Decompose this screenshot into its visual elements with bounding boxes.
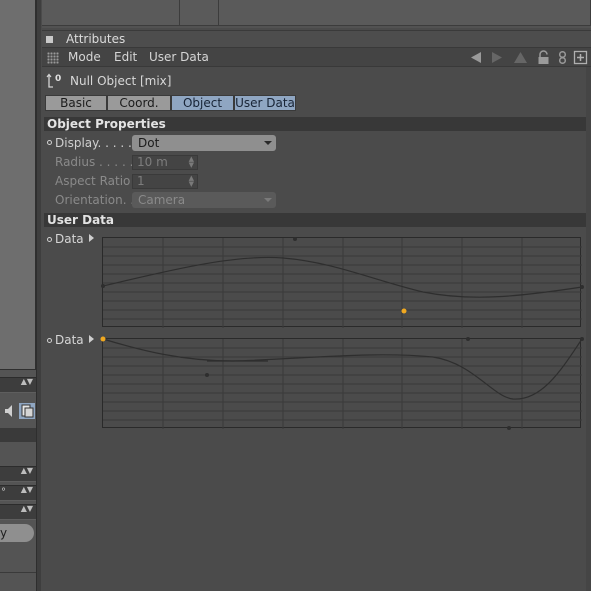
- orientation-value: Camera: [138, 193, 186, 207]
- spline-point[interactable]: [101, 284, 105, 288]
- left-viewport: [0, 0, 36, 370]
- link-icon[interactable]: [555, 50, 570, 65]
- spline-point-selected[interactable]: [401, 308, 407, 314]
- spinner-icon[interactable]: ▲▼: [21, 486, 33, 494]
- section-object-properties[interactable]: Object Properties: [44, 117, 586, 131]
- tab-basic[interactable]: Basic: [45, 95, 107, 111]
- document-icon[interactable]: [19, 403, 35, 419]
- display-value: Dot: [138, 136, 160, 150]
- left-icon-bar: [0, 401, 38, 421]
- aspect-ratio-value: 1: [137, 174, 145, 188]
- tangent-handle[interactable]: [466, 337, 470, 341]
- orientation-label: Orientation. .: [55, 193, 135, 207]
- tab-user-data[interactable]: User Data: [234, 95, 296, 111]
- lock-icon[interactable]: [536, 50, 551, 65]
- spline-point[interactable]: [580, 337, 584, 341]
- chevron-down-icon: [264, 198, 272, 202]
- expand-arrow-icon[interactable]: [89, 335, 94, 343]
- tab-coord[interactable]: Coord.: [107, 95, 171, 111]
- left-field-2[interactable]: ▲▼: [0, 466, 36, 482]
- object-name: Null Object [mix]: [70, 74, 172, 88]
- top-panel-strip: [42, 0, 591, 28]
- animate-toggle-icon[interactable]: [47, 338, 52, 343]
- left-apply-button[interactable]: y: [0, 524, 34, 542]
- top-cell: [180, 0, 219, 26]
- left-dark-bar: [0, 428, 38, 442]
- left-field-4[interactable]: ▲▼: [0, 504, 36, 520]
- data-2-label: Data: [55, 333, 84, 347]
- left-field-3[interactable]: ° ▲▼: [0, 485, 36, 501]
- attributes-menu-bar: Mode Edit User Data: [42, 47, 591, 67]
- spinner-icon[interactable]: ▲▼: [21, 505, 33, 513]
- arrow-left-icon[interactable]: [469, 50, 484, 65]
- tangent-handle[interactable]: [293, 237, 297, 241]
- display-label: Display. . . . .: [55, 136, 132, 150]
- right-edge: [586, 67, 591, 591]
- spline-graph-1[interactable]: [101, 237, 584, 328]
- attributes-title: Attributes: [66, 32, 126, 46]
- spinner-icon[interactable]: ▲▼: [21, 467, 33, 475]
- arrow-right-icon[interactable]: [489, 50, 504, 65]
- spinner-icon[interactable]: ▲▼: [21, 378, 33, 386]
- panel-divider[interactable]: [36, 0, 41, 591]
- top-cell: [42, 0, 180, 26]
- top-cell: [219, 0, 591, 26]
- grip-icon[interactable]: [47, 52, 59, 64]
- divider: [0, 572, 38, 573]
- animate-toggle-icon[interactable]: [47, 140, 52, 145]
- speaker-icon[interactable]: [2, 403, 18, 419]
- orientation-dropdown[interactable]: Camera: [132, 192, 276, 208]
- menu-edit[interactable]: Edit: [114, 48, 137, 67]
- left-field-1[interactable]: ▲▼: [0, 377, 36, 393]
- arrow-up-icon[interactable]: [513, 50, 528, 65]
- animate-toggle-icon[interactable]: [47, 237, 52, 242]
- menu-user-data[interactable]: User Data: [149, 48, 209, 67]
- null-object-icon: 0: [46, 72, 64, 90]
- expand-arrow-icon[interactable]: [89, 234, 94, 242]
- aspect-ratio-field[interactable]: 1 ▲ ▼: [132, 174, 198, 189]
- tab-object[interactable]: Object: [171, 95, 234, 111]
- grid: [103, 238, 582, 328]
- display-dropdown[interactable]: Dot: [132, 135, 276, 151]
- spinner-icon[interactable]: ▲▼: [189, 156, 194, 169]
- aspect-ratio-label: Aspect Ratio: [55, 174, 131, 188]
- radius-value: 10 m: [137, 155, 168, 169]
- menu-mode[interactable]: Mode: [68, 48, 101, 67]
- tangent-handle[interactable]: [507, 426, 511, 430]
- svg-text:0: 0: [55, 74, 61, 84]
- grid: [103, 339, 582, 429]
- data-1-label: Data: [55, 232, 84, 246]
- tangent-handle[interactable]: [205, 373, 209, 377]
- spline-graph-1-svg: [101, 237, 584, 328]
- chevron-down-icon: [264, 141, 272, 145]
- spline-point[interactable]: [580, 285, 584, 289]
- spline-graph-2-svg: [100, 336, 584, 430]
- radius-field[interactable]: 10 m ▲ ▼: [132, 155, 198, 170]
- section-user-data[interactable]: User Data: [44, 213, 586, 227]
- panel-menu-icon[interactable]: [46, 36, 53, 43]
- attributes-title-bar: Attributes: [42, 30, 591, 47]
- radius-label: Radius . . . . .: [55, 155, 134, 169]
- spinner-icon[interactable]: ▲▼: [189, 175, 194, 188]
- spline-point-selected[interactable]: [100, 336, 106, 342]
- spline-graph-2[interactable]: [100, 336, 584, 430]
- new-panel-icon[interactable]: [573, 50, 588, 65]
